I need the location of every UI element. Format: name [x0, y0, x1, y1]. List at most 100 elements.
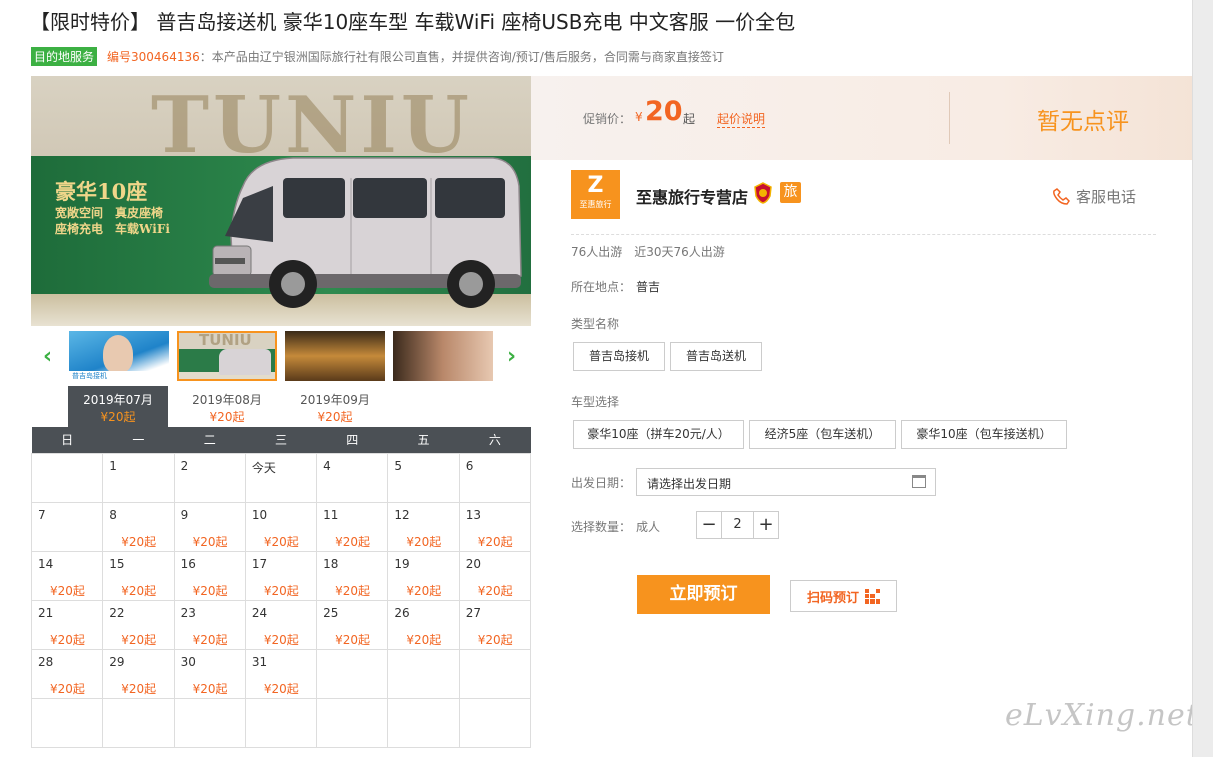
price-explain-link[interactable]: 起价说明 [717, 110, 766, 128]
calendar-day-cell[interactable]: 21 ¥20起 [30, 599, 104, 650]
calendar-day-cell[interactable]: 10 ¥20起 [244, 501, 318, 552]
type-label: 类型名称 [571, 317, 620, 331]
weekday-2: 二 [174, 427, 246, 453]
thumbnail-1[interactable]: 普吉岛接机 [69, 331, 169, 381]
month-price: ¥20起 [209, 410, 245, 424]
product-meta: 目的地服务 编号300464136 ：本产品由辽宁银洲国际旅行社有限公司直售，并… [31, 47, 724, 66]
thumbnail-2-selected[interactable]: TUNIU [177, 331, 277, 381]
chevron-right-icon[interactable]: › [507, 344, 516, 369]
calendar-day-cell[interactable]: 13 ¥20起 [458, 501, 532, 552]
calendar-icon [912, 475, 926, 488]
calendar-day-cell[interactable]: 17 ¥20起 [244, 550, 318, 601]
month-price: ¥20起 [317, 410, 353, 424]
day-price: ¥20起 [192, 534, 228, 549]
calendar-day-cell[interactable]: 12 ¥20起 [387, 501, 460, 552]
calendar-day-cell[interactable]: 27 ¥20起 [458, 599, 532, 650]
day-price: ¥20起 [477, 632, 513, 647]
day-price: ¥20起 [263, 534, 299, 549]
scan-to-book-button[interactable]: 扫码预订 [790, 580, 897, 612]
day-price: ¥20起 [335, 632, 371, 647]
month-tabs: 2019年07月 ¥20起 2019年08月 ¥20起 2019年09月 ¥20… [31, 386, 531, 427]
product-page: 【限时特价】 普吉岛接送机 豪华10座车型 车载WiFi 座椅USB充电 中文客… [0, 0, 1198, 757]
calendar-day-cell[interactable]: 19 ¥20起 [387, 550, 460, 601]
shop-logo[interactable]: Z 至惠旅行 [571, 170, 620, 219]
calendar-day-cell[interactable]: 15 ¥20起 [102, 550, 175, 601]
calendar-day-cell [173, 697, 246, 748]
calendar-day-cell[interactable]: 24 ¥20起 [244, 599, 318, 650]
calendar-day-cell[interactable]: 31 ¥20起 [244, 648, 318, 699]
calendar-day-cell[interactable]: 14 ¥20起 [30, 550, 104, 601]
scan-label: 扫码预订 [806, 590, 859, 606]
day-number: 9 [180, 507, 189, 522]
thumbnail-3[interactable] [285, 331, 385, 381]
calendar-day-cell [244, 697, 318, 748]
tab-month-2019-07[interactable]: 2019年07月 ¥20起 [68, 386, 168, 427]
calendar-day-cell: 7 [30, 501, 104, 552]
calendar-day-cell[interactable]: 29 ¥20起 [102, 648, 175, 699]
day-price: ¥20起 [50, 583, 85, 598]
phone-icon [1053, 188, 1070, 205]
day-number: 27 [465, 605, 481, 620]
day-number: 今天 [251, 460, 276, 475]
day-price: ¥20起 [263, 681, 299, 696]
calendar-day-cell[interactable]: 26 ¥20起 [387, 599, 460, 650]
minus-button[interactable]: − [697, 512, 721, 538]
calendar-week: 28 ¥20起 29 ¥20起 30 ¥20起 31 ¥20起 [30, 648, 532, 699]
day-number: 31 [251, 654, 268, 669]
day-number: 19 [394, 556, 410, 571]
person-image [103, 335, 133, 373]
day-price: ¥20起 [335, 534, 371, 549]
calendar-day-cell[interactable]: 11 ¥20起 [316, 501, 389, 552]
day-number: 22 [109, 605, 125, 620]
day-price: ¥20起 [335, 583, 371, 598]
tab-month-2019-09[interactable]: 2019年09月 ¥20起 [285, 386, 385, 427]
day-number: 24 [251, 605, 268, 620]
car-option-economy[interactable]: 经济5座（包车送机） [749, 420, 896, 449]
calendar-day-cell [316, 648, 389, 699]
thumb-van [219, 349, 271, 375]
calendar-day-cell[interactable]: 22 ¥20起 [102, 599, 175, 650]
departure-date-input[interactable]: 请选择出发日期 [636, 468, 936, 496]
calendar-day-cell[interactable]: 25 ¥20起 [316, 599, 389, 650]
calendar-day-cell[interactable]: 30 ¥20起 [173, 648, 246, 699]
day-price: ¥20起 [263, 583, 299, 598]
calendar-day-cell [316, 697, 389, 748]
type-option-pickup[interactable]: 普吉岛接机 [573, 342, 665, 371]
calendar-day-cell[interactable]: 16 ¥20起 [173, 550, 246, 601]
chevron-left-icon[interactable]: ‹ [43, 344, 52, 369]
calendar-day-cell[interactable]: 28 ¥20起 [30, 648, 104, 699]
weekday-3: 三 [245, 427, 317, 453]
divider [571, 234, 1156, 235]
day-price: ¥20起 [192, 583, 228, 598]
tab-month-2019-08[interactable]: 2019年08月 ¥20起 [177, 386, 277, 427]
shop-name[interactable]: 至惠旅行专营店 [636, 184, 748, 208]
calendar-day-cell[interactable]: 9 ¥20起 [173, 501, 246, 552]
calendar-day-cell[interactable]: 18 ¥20起 [316, 550, 389, 601]
day-price: ¥20起 [406, 534, 442, 549]
thumbnail-4[interactable] [393, 331, 493, 381]
promo-price: 20 [645, 96, 683, 127]
day-number: 12 [394, 507, 410, 522]
calendar-day-cell[interactable]: 20 ¥20起 [458, 550, 532, 601]
review-status[interactable]: 暂无点评 [1037, 102, 1129, 136]
book-now-button[interactable]: 立即预订 [637, 575, 770, 614]
calendar-day-cell [387, 697, 460, 748]
plus-button[interactable]: + [754, 512, 778, 538]
car-option-luxury-shared[interactable]: 豪华10座（拼车20元/人） [573, 420, 744, 449]
destination-service-badge: 目的地服务 [31, 47, 98, 66]
thumbnail-strip: ‹ 普吉岛接机 TUNIU › [31, 326, 531, 386]
calendar-day-cell[interactable]: 23 ¥20起 [173, 599, 246, 650]
product-code: 编号300464136 [107, 50, 200, 64]
type-option-dropoff[interactable]: 普吉岛送机 [670, 342, 762, 371]
car-option-luxury-private[interactable]: 豪华10座（包车接送机） [901, 420, 1067, 449]
day-number: 7 [38, 507, 46, 522]
day-number: 16 [180, 556, 196, 571]
calendar-day-cell [30, 452, 104, 503]
customer-service[interactable]: 客服电话 [1053, 186, 1136, 207]
hero-image[interactable]: TUNIU 豪华10座 宽敞空间 真皮座椅 座椅充电 车载WiFi [31, 76, 531, 326]
quantity-value[interactable]: 2 [721, 512, 754, 538]
product-title: 【限时特价】 普吉岛接送机 豪华10座车型 车载WiFi 座椅USB充电 中文客… [30, 10, 796, 34]
day-price: ¥20起 [477, 534, 513, 549]
currency-symbol: ¥ [635, 110, 643, 124]
calendar-day-cell[interactable]: 8 ¥20起 [102, 501, 175, 552]
